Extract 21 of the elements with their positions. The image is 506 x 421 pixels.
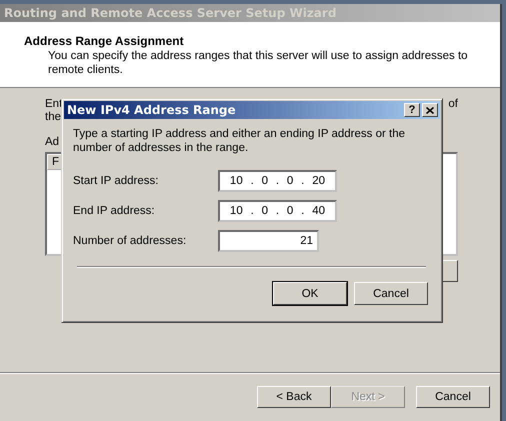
instruction-text: of xyxy=(448,98,458,111)
cancel-button[interactable]: Cancel xyxy=(354,282,428,305)
field-label: End IP address: xyxy=(73,205,156,217)
list-label: Ad xyxy=(45,136,60,148)
ip-address-field[interactable]: 10 . 0 . 0 . 20 xyxy=(218,170,337,192)
field-label: Number of addresses: xyxy=(73,235,188,247)
instruction-text: Ent xyxy=(45,98,62,111)
ip-address-field[interactable]: 10 . 0 . 0 . 40 xyxy=(218,200,337,222)
number-field[interactable]: 21 xyxy=(218,230,319,252)
page-title: Address Range Assignment xyxy=(24,34,185,48)
field-label: Start IP address: xyxy=(73,175,160,187)
ok-button[interactable]: OK xyxy=(273,282,347,305)
help-button[interactable]: ? xyxy=(404,103,420,117)
instruction-text: the xyxy=(45,111,61,123)
close-icon xyxy=(426,106,434,114)
dialog-instructions: Type a starting IP address and either an ending IP address or the number of addresses in the range. xyxy=(73,127,406,155)
wizard-button[interactable]: Cancel xyxy=(416,386,490,408)
page-description: You can specify the address ranges that this server will use to assign addresses to remote clients. xyxy=(48,49,469,77)
dialog-title: New IPv4 Address Range xyxy=(67,103,237,117)
close-button[interactable] xyxy=(422,103,438,117)
wizard-button[interactable]: < Back xyxy=(257,386,331,408)
